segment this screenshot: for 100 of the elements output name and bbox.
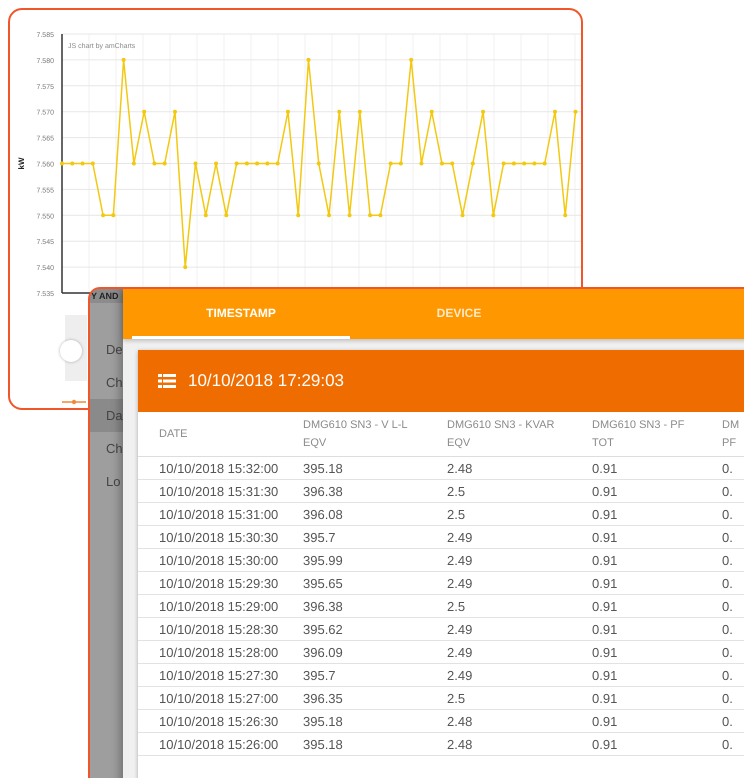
table-cell: 10/10/2018 15:26:30 <box>138 710 303 732</box>
data-point <box>481 110 486 114</box>
table-cell: 10/10/2018 15:31:00 <box>138 502 303 526</box>
table-cell: 396.38 <box>303 480 447 502</box>
table-cell: 0.91 <box>592 456 722 480</box>
table-cell: 10/10/2018 15:28:30 <box>138 618 303 640</box>
sidebar-header: Y AND <box>90 289 123 303</box>
data-point <box>398 162 403 166</box>
data-point <box>101 213 106 218</box>
tab[interactable]: TIMESTAMP <box>132 289 350 339</box>
table-cell: 0. <box>722 548 744 572</box>
legend-marker-icon <box>62 399 86 405</box>
table-cell: 0. <box>722 618 744 640</box>
data-point <box>172 110 177 114</box>
column-header: DMG610 SN3 - V L-L EQV <box>303 412 447 456</box>
table-cell: 0. <box>722 710 744 732</box>
table-cell: 0.91 <box>592 548 722 572</box>
data-point <box>337 110 342 114</box>
data-point <box>60 162 64 166</box>
table-cell: 2.49 <box>447 572 592 594</box>
table-cell: 0.91 <box>592 526 722 548</box>
data-point <box>430 110 434 114</box>
table-cell: 0. <box>722 640 744 664</box>
table-cell: 0. <box>722 732 744 756</box>
table-cell: 0. <box>722 480 744 502</box>
data-point <box>378 213 382 218</box>
table-cell: 2.5 <box>447 686 592 710</box>
table-cell: 0.91 <box>592 572 722 594</box>
data-point <box>265 162 270 166</box>
data-point <box>491 213 496 218</box>
data-point <box>111 213 116 218</box>
table-cell: 0.91 <box>592 710 722 732</box>
table-cell: 0.91 <box>592 664 722 686</box>
data-point <box>70 162 74 166</box>
data-point <box>286 110 290 114</box>
table-cell: 0. <box>722 664 744 686</box>
data-point <box>296 213 300 218</box>
table-cell: 2.49 <box>447 618 592 640</box>
table-cell: 2.49 <box>447 526 592 548</box>
sidebar-item[interactable]: Ch <box>90 432 123 465</box>
data-point <box>440 162 444 166</box>
table-cell: 395.18 <box>303 456 447 480</box>
data-point <box>512 162 516 166</box>
table-cell: 2.48 <box>447 456 592 480</box>
table-cell: 0. <box>722 456 744 480</box>
data-point <box>244 162 249 166</box>
data-point <box>276 162 280 166</box>
table-cell: 0.91 <box>592 732 722 756</box>
table-cell: 395.99 <box>303 548 447 572</box>
column-header: DM PF <box>722 412 744 456</box>
list-icon <box>158 374 176 388</box>
sidebar-item[interactable]: Ch <box>90 366 123 399</box>
table-cell: 396.08 <box>303 502 447 526</box>
scrollbar-handle[interactable] <box>60 340 82 362</box>
table-cell: 0.91 <box>592 640 722 664</box>
table-cell: 0.91 <box>592 480 722 502</box>
data-point <box>142 110 146 114</box>
table-cell: 0.91 <box>592 502 722 526</box>
table-cell: 396.38 <box>303 594 447 618</box>
table-cell: 10/10/2018 15:26:00 <box>138 732 303 756</box>
table-cell: 0.91 <box>592 686 722 710</box>
data-point <box>552 110 557 114</box>
table-cell: 0.91 <box>592 594 722 618</box>
table-cell: 2.48 <box>447 732 592 756</box>
card-title: 10/10/2018 17:29:03 <box>188 371 344 391</box>
table-cell: 2.5 <box>447 594 592 618</box>
data-point <box>194 162 198 166</box>
table-cell: 396.09 <box>303 640 447 664</box>
data-point <box>327 213 332 218</box>
data-point <box>522 162 526 166</box>
data-point <box>162 162 167 166</box>
data-point <box>204 213 208 218</box>
table-cell: 396.35 <box>303 686 447 710</box>
data-point <box>358 110 362 114</box>
sidebar-item[interactable]: Lo <box>90 465 123 498</box>
data-point <box>224 213 228 218</box>
table-cell: 10/10/2018 15:29:30 <box>138 572 303 594</box>
data-point <box>542 162 547 166</box>
data-point <box>574 110 578 114</box>
data-point <box>348 213 352 218</box>
table-cell: 395.7 <box>303 526 447 548</box>
sidebar-item[interactable]: De <box>90 333 123 366</box>
data-point <box>122 58 126 62</box>
table-cell: 0. <box>722 594 744 618</box>
data-point <box>306 58 310 62</box>
table-cell: 2.5 <box>447 502 592 526</box>
table-cell: 395.62 <box>303 618 447 640</box>
data-point <box>214 162 218 166</box>
table-cell: 2.49 <box>447 664 592 686</box>
data-point <box>90 162 95 166</box>
table-cell: 0. <box>722 526 744 548</box>
table-cell: 2.49 <box>447 640 592 664</box>
table-cell: 395.18 <box>303 732 447 756</box>
table-cell: 395.7 <box>303 664 447 686</box>
sidebar-item[interactable]: Da <box>90 399 123 432</box>
table-cell: 10/10/2018 15:28:00 <box>138 640 303 664</box>
table-cell: 10/10/2018 15:27:30 <box>138 664 303 686</box>
data-point <box>152 162 156 166</box>
column-header: DATE <box>138 412 303 456</box>
table-cell: 10/10/2018 15:29:00 <box>138 594 303 618</box>
